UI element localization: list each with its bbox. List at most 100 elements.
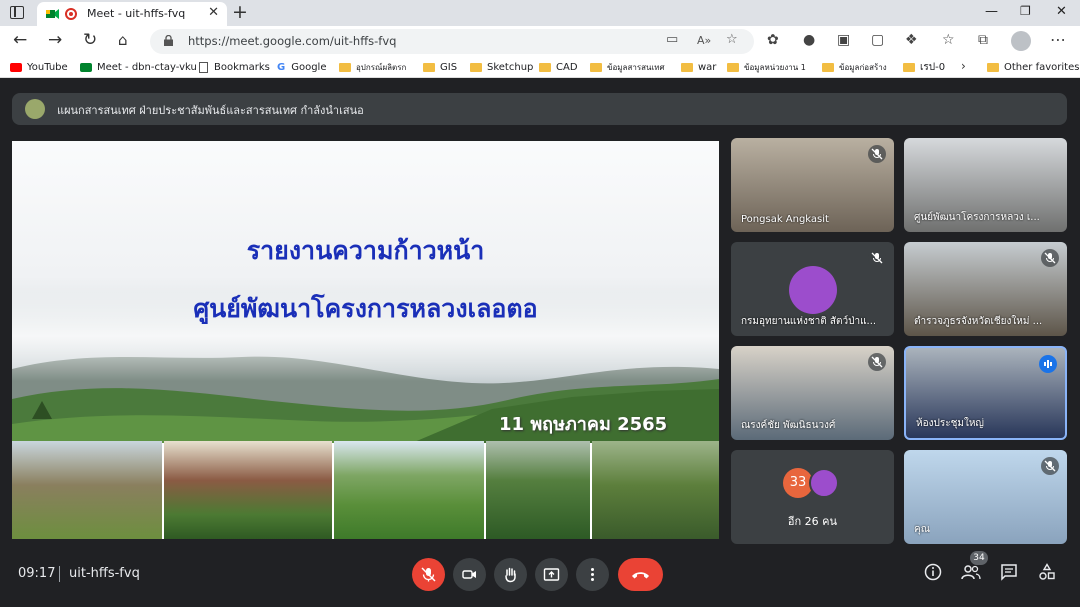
bookmark-folder[interactable]: GIS: [423, 60, 457, 75]
split-screen-icon[interactable]: ▢: [871, 32, 884, 48]
more-options-button[interactable]: [576, 558, 609, 591]
bookmark-meet[interactable]: Meet - dbn-ctay-vku: [80, 60, 197, 75]
folder-icon: [590, 63, 602, 72]
others-tile[interactable]: 33 อีก 26 คน: [731, 450, 894, 544]
folder-icon: [681, 63, 693, 72]
meeting-time: 09:17: [18, 566, 56, 581]
camera-toggle-button[interactable]: [453, 558, 486, 591]
more-vert-icon: [591, 568, 594, 581]
bookmark-youtube[interactable]: YouTube: [10, 60, 68, 75]
self-tile[interactable]: คุณ: [904, 450, 1067, 544]
presenter-banner: แผนกสารสนเทศ ฝ่ายประชาสัมพันธ์และสารสนเท…: [12, 93, 1067, 125]
bookmark-folder[interactable]: ข้อมูลสารสนเทศ: [590, 60, 665, 75]
bookmark-google[interactable]: G Google: [277, 60, 326, 75]
camera-in-use-icon[interactable]: ▭: [666, 32, 678, 47]
participant-avatar: [809, 468, 839, 498]
people-icon[interactable]: [961, 563, 981, 581]
chat-icon[interactable]: [1000, 563, 1018, 581]
folder-icon: [903, 63, 915, 72]
participant-name: ห้องประชุมใหญ่: [916, 418, 984, 429]
hand-icon: [505, 567, 516, 583]
lock-icon: [164, 35, 173, 46]
others-label: อีก 26 คน: [787, 515, 838, 528]
participant-name: Pongsak Angkasit: [741, 214, 829, 225]
folder-icon: [539, 63, 551, 72]
bookmarks-overflow-icon[interactable]: ›: [961, 59, 966, 73]
present-icon: [543, 568, 560, 581]
tab-meet[interactable]: Meet - uit-hffs-fvq ✕: [37, 2, 227, 26]
bookmark-bookmarks[interactable]: Bookmarks: [199, 60, 270, 75]
present-screen-button[interactable]: [535, 558, 568, 591]
meet-icon: [80, 63, 92, 72]
youtube-icon: [10, 63, 22, 72]
mic-off-icon: [868, 353, 886, 371]
other-favorites[interactable]: Other favorites: [987, 60, 1079, 75]
tab-actions-icon[interactable]: [10, 6, 24, 19]
favorite-star-icon[interactable]: ☆: [726, 32, 738, 47]
divider: [59, 566, 60, 582]
meeting-code: uit-hffs-fvq: [69, 566, 140, 581]
meet-window: Meet - uit-hffs-fvq ✕ + — ❐ ✕ ← → ↻ ⌂ ht…: [0, 0, 1080, 607]
extension-icon[interactable]: ▣: [837, 32, 850, 48]
mic-off-icon: [1041, 249, 1059, 267]
participant-name: กรมอุทยานแห่งชาติ สัตว์ป่าแ...: [741, 316, 877, 327]
presenter-avatar: [25, 99, 45, 119]
tab-title: Meet - uit-hffs-fvq: [87, 7, 186, 20]
home-icon[interactable]: ⌂: [118, 31, 128, 49]
mic-toggle-button[interactable]: [412, 558, 445, 591]
leave-call-button[interactable]: [618, 558, 663, 591]
close-window-icon[interactable]: ✕: [1056, 4, 1067, 19]
new-tab-icon[interactable]: +: [232, 1, 248, 23]
field-photo: [164, 441, 332, 539]
profile-avatar[interactable]: [1011, 31, 1031, 51]
bookmark-folder[interactable]: CAD: [539, 60, 578, 75]
favorites-icon[interactable]: ☆: [942, 32, 955, 48]
bookmark-folder[interactable]: ข้อมูลหน่วยงาน 1: [727, 60, 806, 75]
participant-tile[interactable]: ณรงค์ชัย พัฒนิธนวงศ์: [731, 346, 894, 440]
mic-off-icon: [421, 567, 436, 582]
restore-icon[interactable]: ❐: [1020, 4, 1031, 18]
raise-hand-button[interactable]: [494, 558, 527, 591]
collections-icon[interactable]: ⧉: [978, 32, 988, 48]
slide-date: 11 พฤษภาคม 2565: [499, 414, 668, 435]
reload-icon[interactable]: ↻: [83, 30, 97, 50]
presenter-banner-text: แผนกสารสนเทศ ฝ่ายประชาสัมพันธ์และสารสนเท…: [57, 104, 364, 117]
meeting-info-icon[interactable]: [924, 563, 942, 581]
page-icon: [199, 62, 208, 73]
participant-name: คุณ: [914, 524, 930, 535]
mic-off-icon: [868, 145, 886, 163]
extensions-icon[interactable]: ❖: [905, 32, 918, 48]
participant-tile[interactable]: ตำรวจภูธรจังหวัดเชียงใหม่ ...: [904, 242, 1067, 336]
bookmarks-bar: YouTube Meet - dbn-ctay-vku Bookmarks GG…: [0, 56, 1080, 78]
participant-tile[interactable]: Pongsak Angkasit: [731, 138, 894, 232]
bookmark-folder[interactable]: อุปกรณ์ผลิตรก: [339, 60, 406, 75]
tab-close-icon[interactable]: ✕: [208, 5, 219, 20]
browser-toolbar: ← → ↻ ⌂ https://meet.google.com/uit-hffs…: [0, 26, 1080, 56]
presentation-stage[interactable]: รายงานความก้าวหน้า ศูนย์พัฒนาโครงการหลวง…: [12, 141, 719, 539]
folder-icon: [339, 63, 351, 72]
forward-icon[interactable]: →: [48, 30, 62, 50]
mic-off-icon: [1041, 457, 1059, 475]
slide-title-line2: ศูนย์พัฒนาโครงการหลวงเลอตอ: [193, 294, 538, 323]
google-icon: G: [277, 62, 286, 73]
address-bar[interactable]: https://meet.google.com/uit-hffs-fvq ▭ A…: [150, 29, 754, 54]
extension-puzzle-icon[interactable]: ✿: [767, 32, 779, 48]
orchard-photo: [592, 441, 719, 539]
bookmark-folder[interactable]: เรป-0: [903, 60, 945, 75]
activities-icon[interactable]: [1038, 563, 1056, 581]
participant-name: ศูนย์พัฒนาโครงการหลวง เ...: [914, 212, 1040, 223]
bookmark-folder[interactable]: ข้อมูลก่อสร้าง: [822, 60, 887, 75]
folder-icon: [470, 63, 482, 72]
camera-icon: [462, 570, 476, 579]
participant-tile-speaking[interactable]: ห้องประชุมใหญ่: [904, 346, 1067, 440]
minimize-icon[interactable]: —: [985, 4, 998, 19]
more-menu-icon[interactable]: ⋯: [1050, 30, 1066, 49]
bulb-icon[interactable]: ●: [803, 32, 815, 48]
bookmark-folder[interactable]: war: [681, 60, 716, 75]
back-icon[interactable]: ←: [13, 30, 27, 50]
bookmark-folder[interactable]: Sketchup: [470, 60, 533, 75]
read-aloud-icon[interactable]: A»: [697, 34, 711, 47]
participant-tile[interactable]: ศูนย์พัฒนาโครงการหลวง เ...: [904, 138, 1067, 232]
folder-icon: [987, 63, 999, 72]
participant-tile[interactable]: กรมอุทยานแห่งชาติ สัตว์ป่าแ...: [731, 242, 894, 336]
